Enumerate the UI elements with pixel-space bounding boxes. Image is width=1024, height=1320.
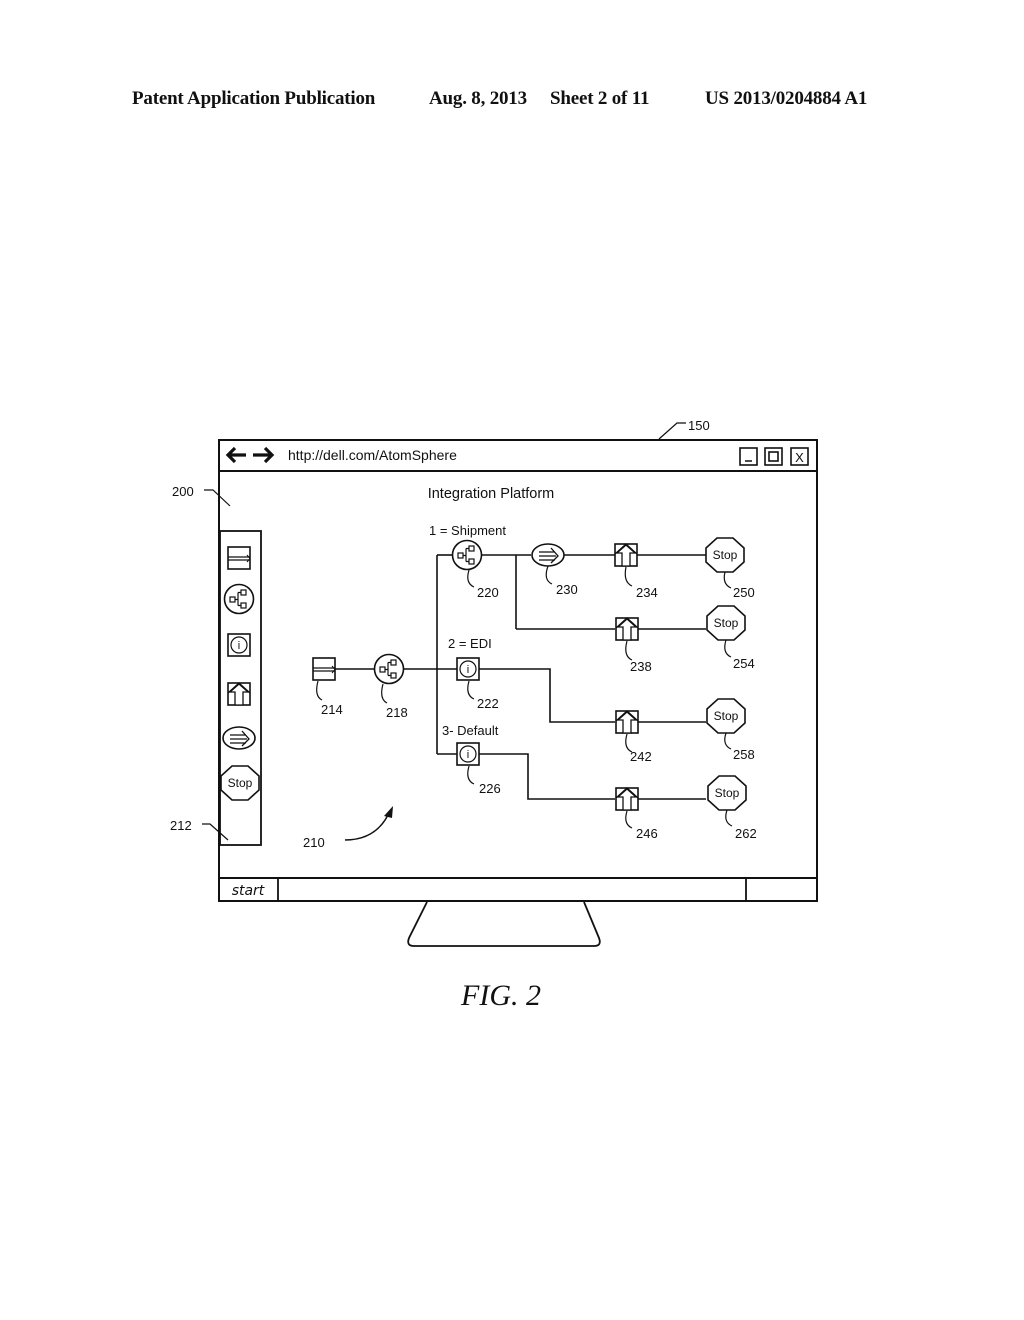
app-title: Integration Platform xyxy=(428,486,555,502)
ref-242: 242 xyxy=(630,749,652,764)
figure-caption: FIG. 2 xyxy=(460,979,541,1012)
node-230-route[interactable] xyxy=(531,543,565,567)
ref-200: 200 xyxy=(172,484,194,499)
palette-stop-icon[interactable]: Stop xyxy=(220,765,260,801)
palette-info-icon[interactable] xyxy=(227,633,251,657)
monitor-frame xyxy=(218,439,818,902)
node-214-connector[interactable] xyxy=(312,657,336,681)
ref-254: 254 xyxy=(733,656,755,671)
palette-route-icon[interactable] xyxy=(222,726,256,750)
stop-label-250: Stop xyxy=(713,548,738,562)
url-field[interactable]: http://dell.com/AtomSphere xyxy=(288,447,457,463)
stop-label-258: Stop xyxy=(714,709,739,723)
node-246-upload[interactable] xyxy=(615,787,639,811)
ref-222: 222 xyxy=(477,696,499,711)
ref-238: 238 xyxy=(630,659,652,674)
ref-258: 258 xyxy=(733,747,755,762)
maximize-button[interactable] xyxy=(764,447,783,466)
palette-upload-icon[interactable] xyxy=(227,682,251,706)
leader-150 xyxy=(658,422,686,440)
branch-label-shipment: 1 = Shipment xyxy=(429,523,506,538)
stop-label-254: Stop xyxy=(714,616,739,630)
node-258-stop[interactable]: Stop xyxy=(706,698,746,734)
branch-label-default: 3- Default xyxy=(442,723,499,738)
ref-150: 150 xyxy=(688,418,710,433)
node-238-upload[interactable] xyxy=(615,617,639,641)
palette-stop-label: Stop xyxy=(228,776,253,790)
close-icon: X xyxy=(795,450,804,465)
node-220-decision[interactable] xyxy=(451,539,483,571)
stop-label-262: Stop xyxy=(715,786,740,800)
palette-decision-icon[interactable] xyxy=(223,583,255,615)
node-242-upload[interactable] xyxy=(615,710,639,734)
node-262-stop[interactable]: Stop xyxy=(707,775,747,811)
ref-226: 226 xyxy=(479,781,501,796)
ref-262: 262 xyxy=(735,826,757,841)
node-222-info[interactable] xyxy=(456,657,480,681)
figure-drawing: i http://dell.com/AtomSphere xyxy=(170,418,818,1012)
start-label: start xyxy=(232,883,265,899)
ref-220: 220 xyxy=(477,585,499,600)
node-234-upload[interactable] xyxy=(614,543,638,567)
ref-210: 210 xyxy=(303,835,325,850)
monitor-stand xyxy=(407,901,601,947)
node-226-info[interactable] xyxy=(456,742,480,766)
node-250-stop[interactable]: Stop xyxy=(705,537,745,573)
ref-246: 246 xyxy=(636,826,658,841)
ref-234: 234 xyxy=(636,585,658,600)
ref-218: 218 xyxy=(386,705,408,720)
palette-connector-icon[interactable] xyxy=(227,546,251,570)
ref-250: 250 xyxy=(733,585,755,600)
node-218-decision[interactable] xyxy=(373,653,405,685)
ref-212: 212 xyxy=(170,818,192,833)
ref-230: 230 xyxy=(556,582,578,597)
ref-214: 214 xyxy=(321,702,343,717)
minimize-button[interactable] xyxy=(739,447,758,466)
close-button[interactable]: X xyxy=(790,447,809,466)
branch-label-edi: 2 = EDI xyxy=(448,636,492,651)
node-254-stop[interactable]: Stop xyxy=(706,605,746,641)
